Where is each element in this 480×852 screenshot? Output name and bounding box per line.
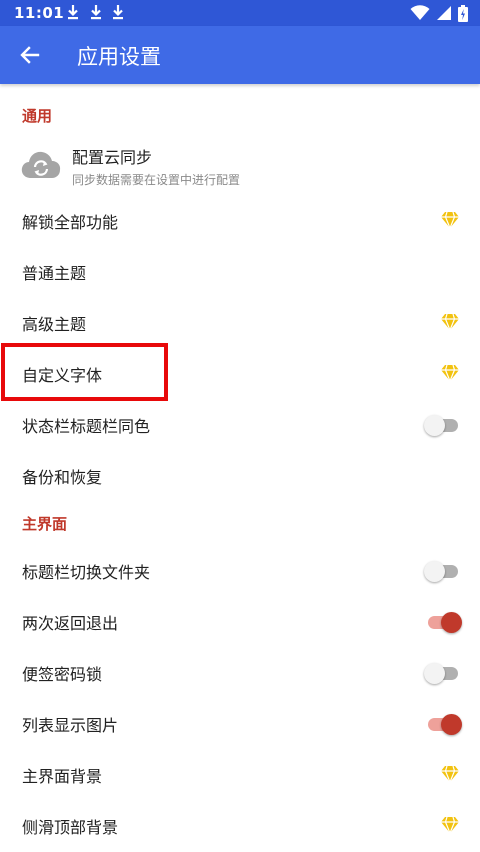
diamond-icon <box>441 816 459 834</box>
toggle-knob <box>424 415 445 436</box>
setting-label: 两次返回退出 <box>22 614 119 633</box>
status-icons <box>410 4 468 22</box>
setting-double-back-exit[interactable]: 两次返回退出 <box>0 596 480 647</box>
setting-backup-restore[interactable]: 备份和恢复 <box>0 450 480 501</box>
toggle-knob <box>441 612 462 633</box>
back-button[interactable] <box>10 35 50 75</box>
setting-label: 高级主题 <box>22 315 87 334</box>
setting-list-show-images[interactable]: 列表显示图片 <box>0 698 480 749</box>
double-back-exit-toggle[interactable] <box>424 611 462 633</box>
setting-label: 普通主题 <box>22 264 87 283</box>
diamond-icon <box>441 313 459 331</box>
download-icon <box>113 5 123 20</box>
highlight-annotation-box <box>1 343 168 401</box>
setting-advanced-theme[interactable]: 高级主题 <box>0 297 480 348</box>
setting-label: 侧滑顶部背景 <box>22 818 119 837</box>
setting-label: 标题栏切换文件夹 <box>22 563 151 582</box>
toggle-knob <box>441 714 462 735</box>
status-time: 11:01 <box>14 4 65 22</box>
signal-icon <box>437 6 451 20</box>
section-header-general: 通用 <box>22 107 53 125</box>
diamond-icon <box>441 364 459 382</box>
diamond-icon <box>441 765 459 783</box>
setting-normal-theme[interactable]: 普通主题 <box>0 246 480 297</box>
list-show-images-toggle[interactable] <box>424 713 462 735</box>
diamond-icon <box>441 211 459 229</box>
cloud-sync-icon <box>21 151 61 178</box>
setting-main-background[interactable]: 主界面背景 <box>0 749 480 800</box>
note-password-lock-toggle[interactable] <box>424 662 462 684</box>
statusbar-same-color-toggle[interactable] <box>424 414 462 436</box>
cloud-sync-setting[interactable]: 配置云同步 同步数据需要在设置中进行配置 <box>0 131 480 195</box>
download-icon <box>91 5 101 20</box>
setting-statusbar-same-color[interactable]: 状态栏标题栏同色 <box>0 399 480 450</box>
section-header-main-screen: 主界面 <box>22 515 68 533</box>
setting-label: 备份和恢复 <box>22 468 103 487</box>
status-bar: 11:01 <box>0 0 480 26</box>
battery-icon <box>458 4 468 22</box>
download-icon <box>68 5 78 20</box>
setting-titlebar-switch-folder[interactable]: 标题栏切换文件夹 <box>0 545 480 596</box>
setting-label: 便签密码锁 <box>22 665 103 684</box>
setting-unlock-all[interactable]: 解锁全部功能 <box>0 195 480 246</box>
wifi-icon <box>410 5 430 20</box>
titlebar-switch-folder-toggle[interactable] <box>424 560 462 582</box>
setting-note-password-lock[interactable]: 便签密码锁 <box>0 647 480 698</box>
cloud-sync-subtitle: 同步数据需要在设置中进行配置 <box>72 173 241 187</box>
setting-label: 主界面背景 <box>22 767 103 786</box>
setting-label: 解锁全部功能 <box>22 213 119 232</box>
cloud-sync-title: 配置云同步 <box>72 148 153 167</box>
toggle-knob <box>424 561 445 582</box>
setting-drawer-top-background[interactable]: 侧滑顶部背景 <box>0 800 480 851</box>
arrow-left-icon <box>20 46 40 64</box>
app-bar: 应用设置 <box>0 26 480 84</box>
toggle-knob <box>424 663 445 684</box>
setting-label: 状态栏标题栏同色 <box>22 417 151 436</box>
setting-label: 列表显示图片 <box>22 716 119 735</box>
page-title: 应用设置 <box>77 45 161 69</box>
